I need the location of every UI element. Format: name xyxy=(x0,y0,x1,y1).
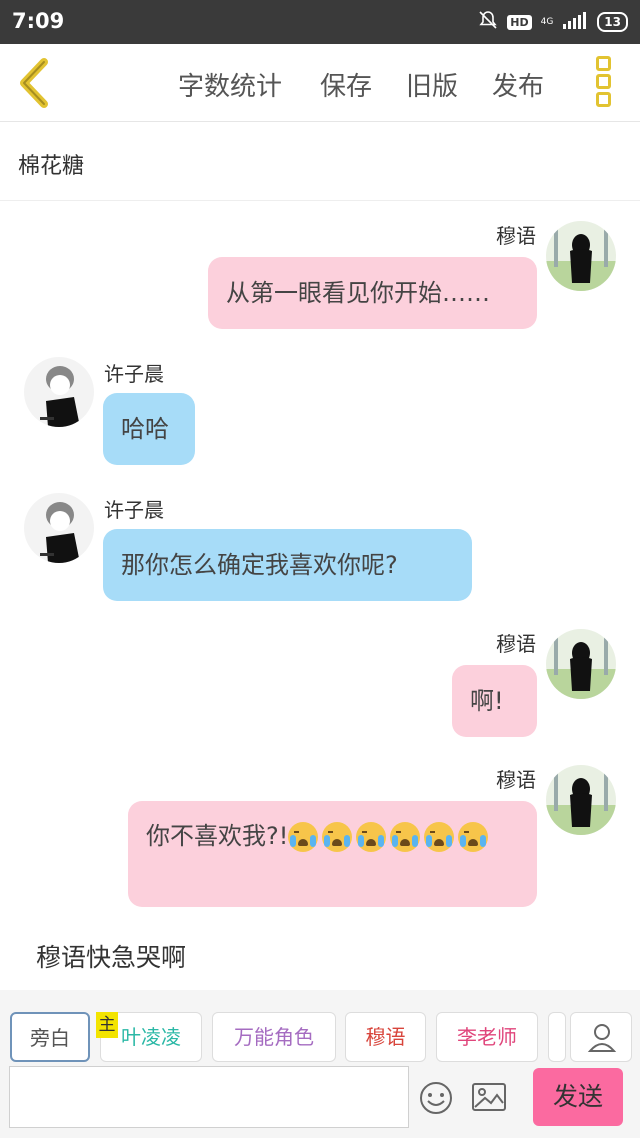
role-chip[interactable]: 穆语 xyxy=(345,1012,426,1062)
status-icons: HD 4G 13 xyxy=(478,10,628,34)
status-time: 7:09 xyxy=(12,9,65,33)
avatar-xuzichen[interactable] xyxy=(24,493,94,563)
story-title-row[interactable]: 棉花糖 xyxy=(0,123,640,201)
role-chip[interactable]: 李老师 xyxy=(436,1012,538,1062)
loudly-crying-face-icon xyxy=(458,822,489,852)
smiley-icon xyxy=(420,1082,452,1114)
loudly-crying-face-icon xyxy=(322,822,353,852)
send-button[interactable]: 发送 xyxy=(533,1068,623,1126)
signal-icon xyxy=(562,11,588,33)
battery-icon: 13 xyxy=(597,12,628,32)
old-version-button[interactable]: 旧版 xyxy=(406,66,458,103)
main-role-tag: 主 xyxy=(96,1012,118,1038)
sender-name: 穆语 xyxy=(496,224,536,248)
message-text: 你不喜欢我?! xyxy=(146,822,289,850)
message-input[interactable] xyxy=(9,1066,409,1128)
emoji-button[interactable] xyxy=(418,1080,454,1116)
save-button[interactable]: 保存 xyxy=(320,66,372,103)
role-chip[interactable]: 旁白 xyxy=(10,1012,90,1062)
avatar-muyu[interactable] xyxy=(546,629,616,699)
publish-button[interactable]: 发布 xyxy=(492,66,544,103)
status-bar: 7:09 HD 4G 13 xyxy=(0,0,640,44)
image-icon xyxy=(472,1083,506,1111)
loudly-crying-face-icon xyxy=(356,822,387,852)
chevron-left-icon xyxy=(20,58,48,108)
loudly-crying-face-icon xyxy=(288,822,319,852)
sender-name: 穆语 xyxy=(496,632,536,656)
more-vertical-icon[interactable] xyxy=(594,56,616,110)
editor-toolbar: 字数统计 保存 旧版 发布 xyxy=(0,44,640,122)
role-chip[interactable]: 万能角色 xyxy=(212,1012,336,1062)
user-icon xyxy=(587,1024,617,1052)
message-bubble[interactable]: 你不喜欢我?! xyxy=(128,801,537,907)
emoji-group xyxy=(288,822,492,852)
bell-off-icon xyxy=(478,10,498,34)
message-bubble[interactable]: 从第一眼看见你开始…… xyxy=(208,257,537,329)
loudly-crying-face-icon xyxy=(424,822,455,852)
loudly-crying-face-icon xyxy=(390,822,421,852)
narration-text[interactable]: 穆语快急哭啊 xyxy=(36,938,186,974)
sender-name: 许子晨 xyxy=(104,498,164,522)
message-bubble[interactable]: 哈哈 xyxy=(103,393,195,465)
hd-icon: HD xyxy=(507,14,532,30)
avatar-muyu[interactable] xyxy=(546,765,616,835)
sender-name: 许子晨 xyxy=(104,362,164,386)
avatar-xuzichen[interactable] xyxy=(24,357,94,427)
sender-name: 穆语 xyxy=(496,768,536,792)
message-bubble[interactable]: 啊! xyxy=(452,665,537,737)
back-button[interactable] xyxy=(14,58,58,108)
image-button[interactable] xyxy=(470,1080,508,1114)
message-bubble[interactable]: 那你怎么确定我喜欢你呢? xyxy=(103,529,472,601)
role-chip-overflow[interactable] xyxy=(548,1012,566,1062)
avatar-muyu[interactable] xyxy=(546,221,616,291)
role-profile-button[interactable] xyxy=(570,1012,632,1062)
network-type: 4G xyxy=(540,16,554,27)
story-title: 棉花糖 xyxy=(18,154,85,179)
word-count-button[interactable]: 字数统计 xyxy=(178,66,282,103)
